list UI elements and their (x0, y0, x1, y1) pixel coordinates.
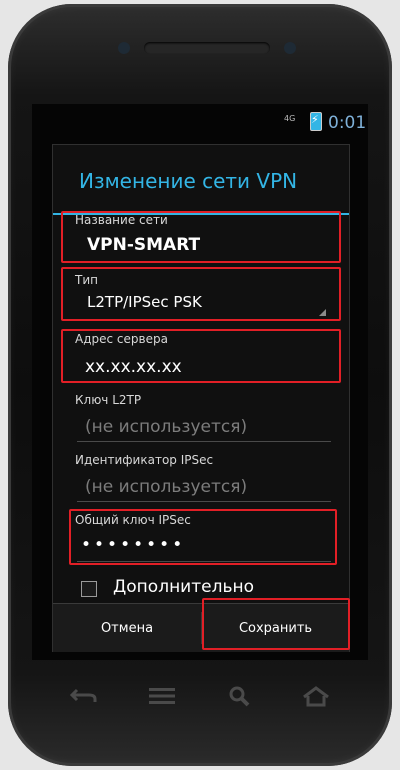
proximity-sensor (284, 42, 296, 54)
advanced-checkbox[interactable] (81, 581, 97, 597)
highlight-save-button (202, 598, 350, 650)
network-indicator: 4G (284, 114, 296, 123)
l2tp-key-underline (77, 441, 331, 442)
ipsec-id-placeholder: (не используется) (85, 477, 248, 497)
menu-button[interactable] (142, 678, 182, 714)
cancel-button[interactable]: Отмена (53, 604, 201, 652)
earpiece-speaker (144, 42, 270, 54)
home-icon (303, 686, 329, 707)
front-camera (118, 42, 130, 54)
l2tp-key-placeholder: (не используется) (85, 417, 248, 437)
home-button[interactable] (296, 678, 336, 714)
highlight-server-address (61, 329, 341, 383)
screen: 4G 0:01 Изменение сети VPN Название сети… (32, 104, 368, 660)
edit-vpn-dialog: Изменение сети VPN Название сети VPN-SMA… (52, 144, 350, 652)
ipsec-id-underline (77, 501, 331, 502)
back-button[interactable] (64, 678, 104, 714)
battery-icon (310, 112, 322, 131)
l2tp-key-field[interactable]: (не используется) (77, 411, 333, 443)
navigation-bar (32, 668, 368, 724)
status-time: 0:01 (328, 113, 367, 133)
highlight-network-name (61, 211, 341, 263)
dialog-title: Изменение сети VPN (79, 169, 298, 193)
status-bar: 4G 0:01 (32, 104, 368, 142)
menu-icon (149, 688, 175, 704)
advanced-label[interactable]: Дополнительно (113, 577, 254, 597)
search-icon (229, 686, 250, 707)
l2tp-key-label: Ключ L2TP (75, 393, 142, 407)
highlight-type (61, 267, 341, 321)
highlight-ipsec-psk (69, 509, 337, 565)
back-icon (69, 688, 97, 702)
ipsec-id-label: Идентификатор IPSec (75, 453, 214, 467)
search-button[interactable] (220, 678, 260, 714)
ipsec-id-field[interactable]: (не используется) (77, 471, 333, 503)
